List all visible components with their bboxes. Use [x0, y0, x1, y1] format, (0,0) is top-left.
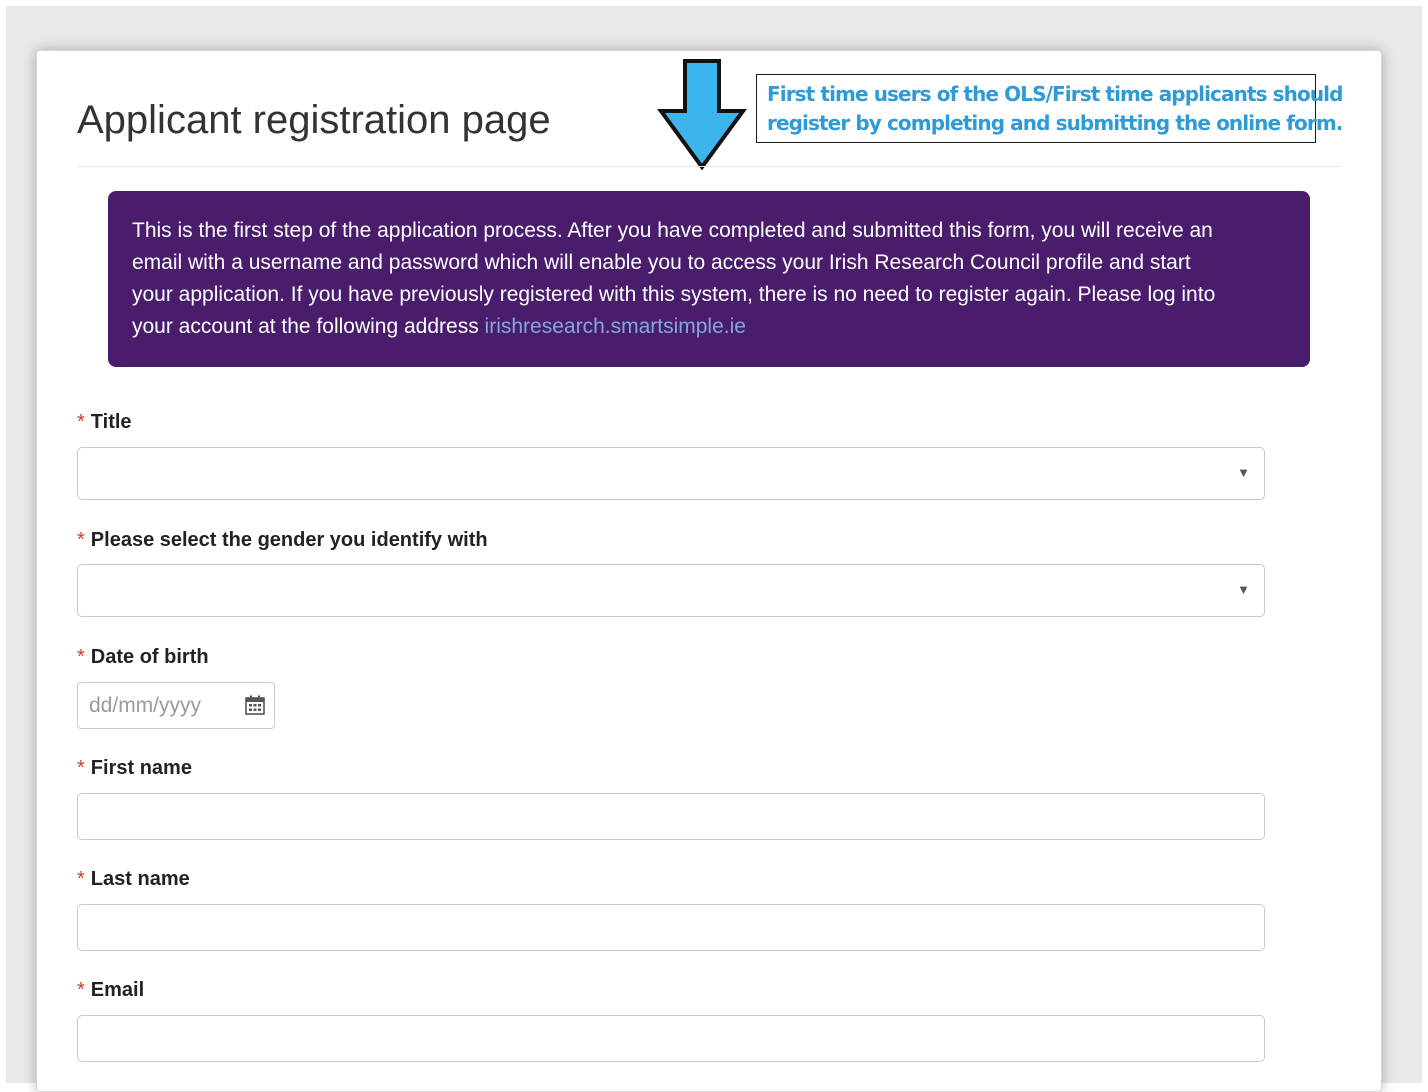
last-name-input[interactable]	[77, 904, 1265, 951]
info-line-2: email with a username and password which…	[132, 251, 1191, 274]
date-placeholder: dd/mm/yyyy	[89, 694, 202, 717]
gender-label-text: Please select the gender you identify wi…	[90, 529, 488, 551]
email-label: * Email	[77, 979, 144, 1002]
callout-line-1: First time users of the OLS/First time a…	[767, 82, 1343, 106]
info-line-4-text: your account at the following address	[132, 315, 485, 338]
chevron-down-icon: ▼	[1237, 465, 1250, 480]
info-line-3: your application. If you have previously…	[132, 283, 1216, 306]
title-label: * Title	[77, 411, 132, 434]
required-marker: *	[77, 979, 85, 1001]
date-of-birth-input[interactable]: dd/mm/yyyy	[77, 682, 275, 729]
required-marker: *	[77, 646, 85, 668]
dob-label: * Date of birth	[77, 646, 209, 669]
callout-note: First time users of the OLS/First time a…	[756, 74, 1343, 143]
info-banner: This is the first step of the applicatio…	[108, 191, 1310, 367]
down-arrow-icon	[657, 59, 747, 171]
email-input[interactable]	[77, 1015, 1265, 1062]
page-title: Applicant registration page	[77, 98, 551, 142]
gender-label: * Please select the gender you identify w…	[77, 529, 488, 552]
callout-line-2: register by completing and submitting th…	[767, 111, 1343, 135]
title-divider	[77, 166, 1341, 167]
title-label-text: Title	[90, 411, 132, 433]
chevron-down-icon: ▼	[1237, 582, 1250, 597]
registration-panel: Applicant registration page First time u…	[36, 50, 1382, 1092]
first-name-label-text: First name	[90, 757, 192, 779]
last-name-label-text: Last name	[90, 868, 190, 890]
gender-select[interactable]: ▼	[77, 564, 1265, 617]
last-name-label: * Last name	[77, 868, 190, 891]
first-name-input[interactable]	[77, 793, 1265, 840]
info-line-4: your account at the following address ir…	[132, 311, 1286, 343]
required-marker: *	[77, 868, 85, 890]
required-marker: *	[77, 411, 85, 433]
title-select[interactable]: ▼	[77, 447, 1265, 500]
login-address-link[interactable]: irishresearch.smartsimple.ie	[485, 315, 746, 338]
email-label-text: Email	[90, 979, 145, 1001]
calendar-icon[interactable]	[244, 694, 266, 716]
required-marker: *	[77, 757, 85, 779]
info-line-1: This is the first step of the applicatio…	[132, 219, 1213, 242]
required-marker: *	[77, 529, 85, 551]
dob-label-text: Date of birth	[90, 646, 209, 668]
first-name-label: * First name	[77, 757, 192, 780]
